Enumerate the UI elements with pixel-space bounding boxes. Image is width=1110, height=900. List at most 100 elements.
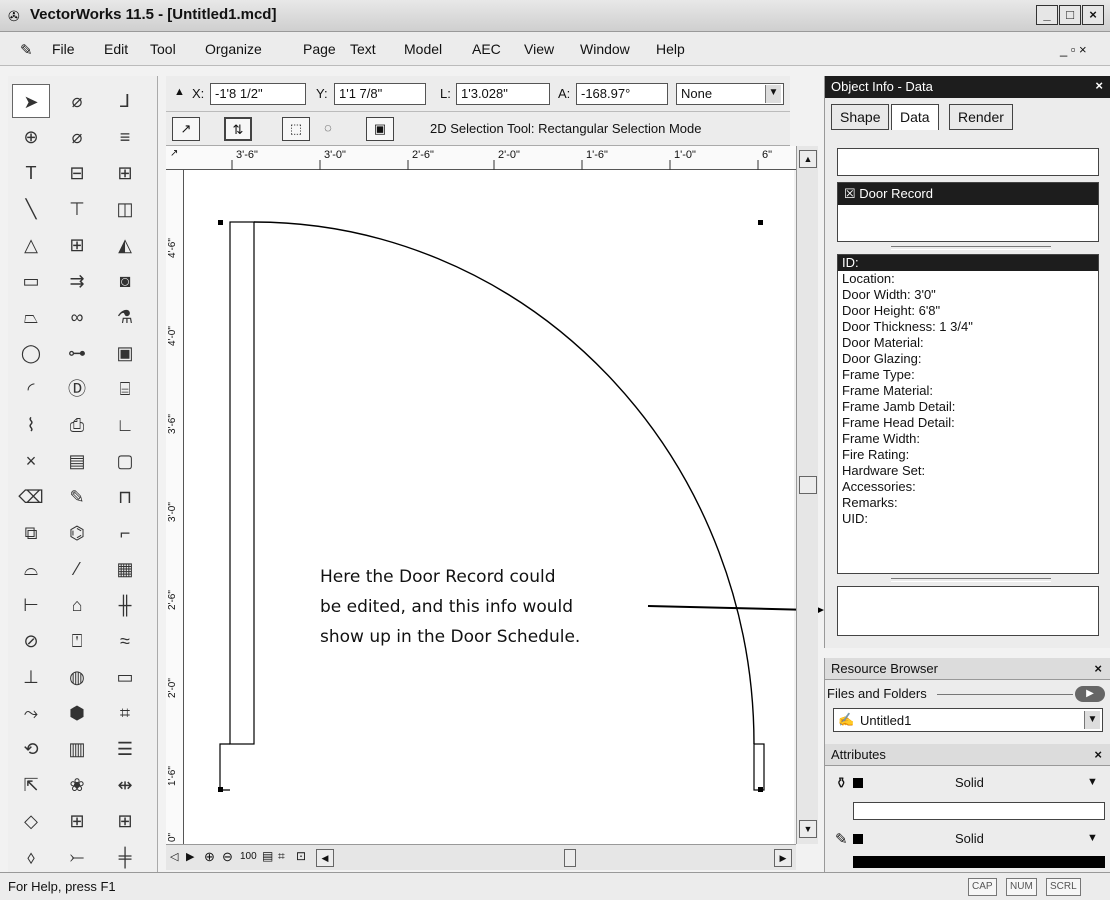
- sofa-tool-icon[interactable]: ⌂: [58, 588, 96, 622]
- spring-tool-icon[interactable]: ∞: [58, 300, 96, 334]
- field-row[interactable]: Door Thickness: 1 3/4": [838, 319, 1098, 335]
- scroll-thumb[interactable]: [799, 476, 817, 494]
- oven-tool-icon[interactable]: ◙: [106, 264, 144, 298]
- mirror-tool-icon[interactable]: ⧉: [12, 516, 50, 550]
- rectangle-tool-icon[interactable]: ▭: [12, 264, 50, 298]
- lasso-select-icon[interactable]: ◌: [314, 117, 342, 141]
- field-row[interactable]: Frame Type:: [838, 367, 1098, 383]
- grid-panel-tool-icon[interactable]: ▦: [106, 552, 144, 586]
- page-icon[interactable]: ▤: [262, 849, 273, 863]
- field-row[interactable]: UID:: [838, 511, 1098, 527]
- menu-file[interactable]: File: [52, 41, 75, 57]
- pan-tool-icon[interactable]: ⌀: [58, 84, 96, 118]
- triangle-tool-icon[interactable]: △: [12, 228, 50, 262]
- pipe-tool-icon[interactable]: ⌐: [106, 516, 144, 550]
- vertical-scrollbar[interactable]: ▲ ▼: [796, 146, 818, 844]
- transform-mode-icon[interactable]: ⇅: [224, 117, 252, 141]
- menu-window[interactable]: Window: [580, 41, 630, 57]
- page-next-icon[interactable]: ▶: [186, 850, 194, 863]
- select-options-icon[interactable]: ▣: [366, 117, 394, 141]
- line-tool-icon[interactable]: ╲: [12, 192, 50, 226]
- lamp-tool-icon[interactable]: ◍: [58, 660, 96, 694]
- align-tool-icon[interactable]: ⊥: [12, 660, 50, 694]
- field-row[interactable]: Fire Rating:: [838, 447, 1098, 463]
- zoom-tool-icon[interactable]: ⊕: [12, 120, 50, 154]
- ruler-tool-icon[interactable]: ⤚: [58, 840, 96, 874]
- page-prev-icon[interactable]: ◁: [170, 850, 178, 863]
- walkthrough-tool-icon[interactable]: ⇱: [12, 768, 50, 802]
- menu-page[interactable]: Page: [303, 41, 336, 57]
- tab-render[interactable]: Render: [949, 104, 1013, 130]
- collapse-arrow-icon[interactable]: ▲: [174, 86, 185, 98]
- l-field[interactable]: 1'3.028": [456, 83, 550, 105]
- restore-button[interactable]: □: [1059, 5, 1081, 25]
- flyover-tool-icon[interactable]: ⤳: [12, 696, 50, 730]
- sweep-tool-icon[interactable]: ⬨: [12, 840, 50, 874]
- chevron-down-icon[interactable]: ▼: [1087, 776, 1098, 788]
- minimize-button[interactable]: _: [1036, 5, 1058, 25]
- frame-tool-icon[interactable]: ▢: [106, 444, 144, 478]
- menu-organize[interactable]: Organize: [205, 41, 262, 57]
- menu-edit[interactable]: Edit: [104, 41, 128, 57]
- tab-data[interactable]: Data: [891, 104, 939, 130]
- field-row[interactable]: Frame Width:: [838, 431, 1098, 447]
- hscroll-thumb[interactable]: [564, 849, 576, 867]
- fill-color-swatch[interactable]: [853, 778, 863, 788]
- scroll-down-arrow-icon[interactable]: ▼: [799, 820, 817, 838]
- menu-model[interactable]: Model: [404, 41, 442, 57]
- angle-dim-tool-icon[interactable]: ⊘: [12, 624, 50, 658]
- text-tool-icon[interactable]: T: [12, 156, 50, 190]
- field-row[interactable]: Hardware Set:: [838, 463, 1098, 479]
- zoom-out-icon[interactable]: ⊖: [222, 849, 233, 865]
- selection-tool-icon[interactable]: ➤: [12, 84, 50, 118]
- field-row[interactable]: Door Material:: [838, 335, 1098, 351]
- fixture-tool-icon[interactable]: ◭: [106, 228, 144, 262]
- camera-tool-icon[interactable]: ⎙: [58, 408, 96, 442]
- x-field[interactable]: -1'8 1/2": [210, 83, 306, 105]
- close-icon[interactable]: ×: [1094, 661, 1102, 676]
- cube-tool-icon[interactable]: ⬢: [58, 696, 96, 730]
- oval-tool-icon[interactable]: ◯: [12, 336, 50, 370]
- chair-tool-icon[interactable]: ⍞: [58, 624, 96, 658]
- interactive-scaling-icon[interactable]: ↗: [172, 117, 200, 141]
- pen-style-value[interactable]: Solid: [955, 831, 984, 846]
- menu-help[interactable]: Help: [656, 41, 685, 57]
- splitter-handle[interactable]: [891, 578, 1051, 582]
- field-row[interactable]: Frame Jamb Detail:: [838, 399, 1098, 415]
- polygon-tool-icon[interactable]: ⏢: [12, 300, 50, 334]
- rectangular-select-icon[interactable]: ⬚: [282, 117, 310, 141]
- column-tool-icon[interactable]: ⊤: [58, 192, 96, 226]
- record-selector[interactable]: ☒ Door Record: [837, 182, 1099, 242]
- drawing-canvas[interactable]: [184, 170, 794, 844]
- zoom-level[interactable]: 100: [240, 851, 257, 862]
- offset-tool-icon[interactable]: ⌓: [12, 552, 50, 586]
- plant-tool-icon[interactable]: ❀: [58, 768, 96, 802]
- corner-tool-icon[interactable]: ∟: [106, 408, 144, 442]
- mdi-controls[interactable]: _ ▫ ×: [1060, 42, 1087, 57]
- chevron-down-icon[interactable]: ▼: [1084, 711, 1100, 729]
- menu-aec[interactable]: AEC: [472, 41, 501, 57]
- record-fields-list[interactable]: ID: Location: Door Width: 3'0" Door Heig…: [837, 254, 1099, 574]
- checkbox-checked-icon[interactable]: ☒: [844, 186, 856, 201]
- flask-tool-icon[interactable]: ⚗: [106, 300, 144, 334]
- sink-tool-icon[interactable]: ◫: [106, 192, 144, 226]
- field-row[interactable]: Location:: [838, 271, 1098, 287]
- furniture-tool-icon[interactable]: ⌸: [106, 372, 144, 406]
- scroll-left-arrow-icon[interactable]: ◀: [316, 849, 334, 867]
- file-select[interactable]: ✍ Untitled1 ▼: [833, 708, 1103, 732]
- close-icon[interactable]: ×: [1095, 78, 1103, 93]
- bin-tool-icon[interactable]: ▣: [106, 336, 144, 370]
- pencil-tool-icon[interactable]: ✎: [58, 480, 96, 514]
- field-row[interactable]: ID:: [838, 255, 1098, 271]
- locus-tool-icon[interactable]: ×: [12, 444, 50, 478]
- bed-tool-icon[interactable]: ▭: [106, 660, 144, 694]
- lattice-tool-icon[interactable]: ⊞: [106, 804, 144, 838]
- field-row[interactable]: Accessories:: [838, 479, 1098, 495]
- stair-tool-icon[interactable]: ≡: [106, 120, 144, 154]
- slab-tool-icon[interactable]: ☰: [106, 732, 144, 766]
- name-field[interactable]: [837, 148, 1099, 176]
- wall-tool-icon[interactable]: ⅃: [106, 84, 144, 118]
- menu-tool[interactable]: Tool: [150, 41, 176, 57]
- zoom-in-icon[interactable]: ⊕: [204, 849, 215, 865]
- chevron-down-icon[interactable]: ▼: [765, 85, 781, 103]
